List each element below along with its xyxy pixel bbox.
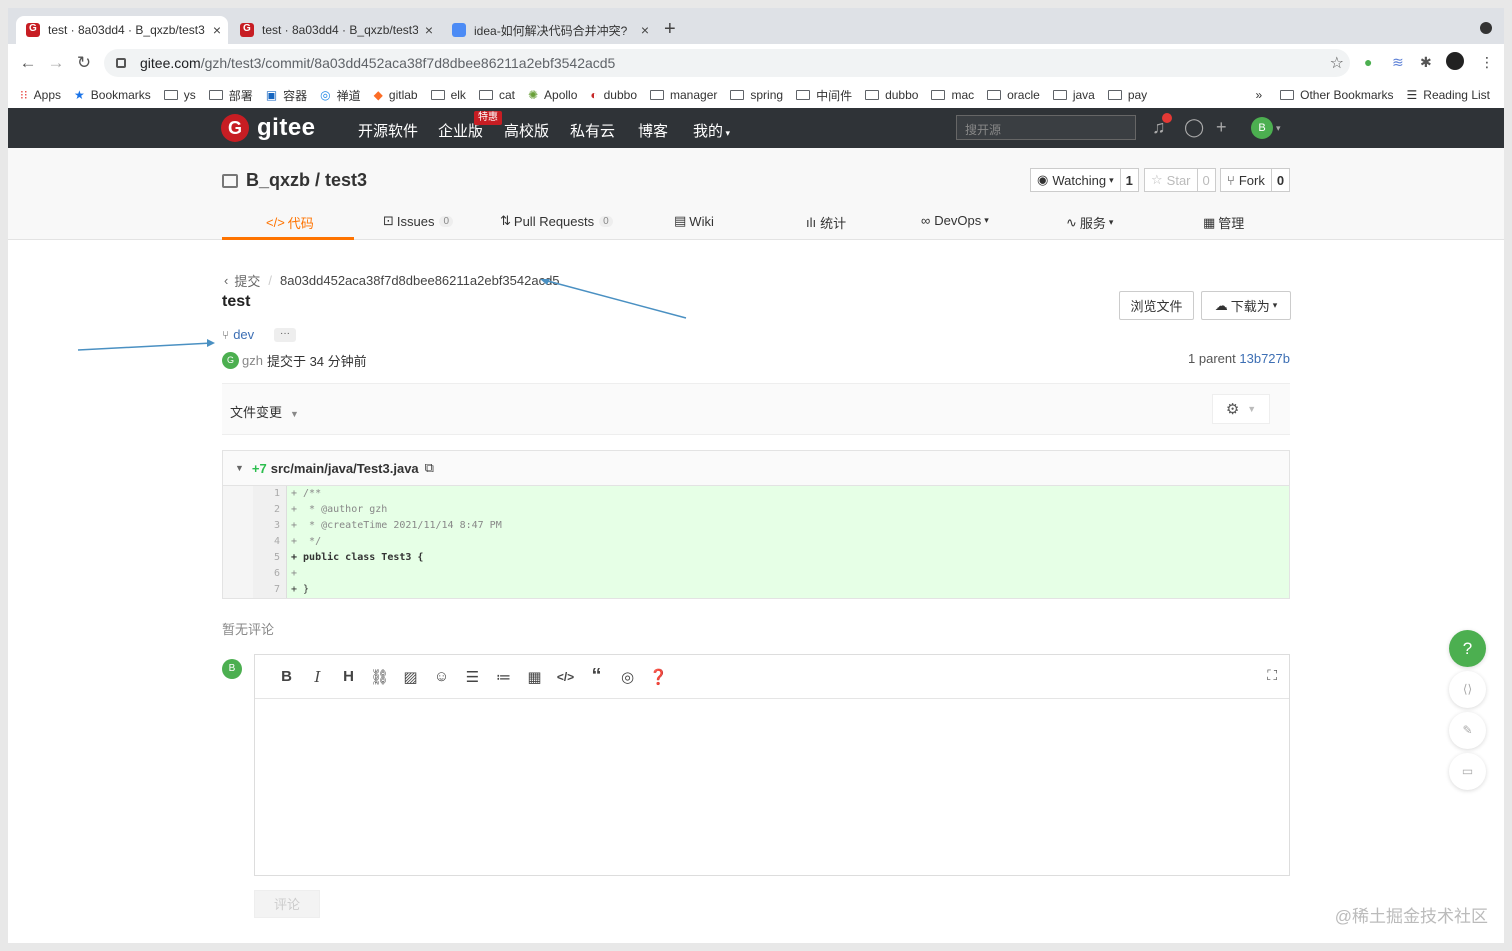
- arrowhead: [207, 339, 215, 347]
- annotation-arrow-sha: [543, 279, 687, 319]
- annotation-arrows: [77, 279, 687, 351]
- annotation-arrow-branch: [77, 342, 213, 351]
- arrowhead: [540, 279, 550, 285]
- watermark: @稀土掘金技术社区: [1334, 907, 1488, 926]
